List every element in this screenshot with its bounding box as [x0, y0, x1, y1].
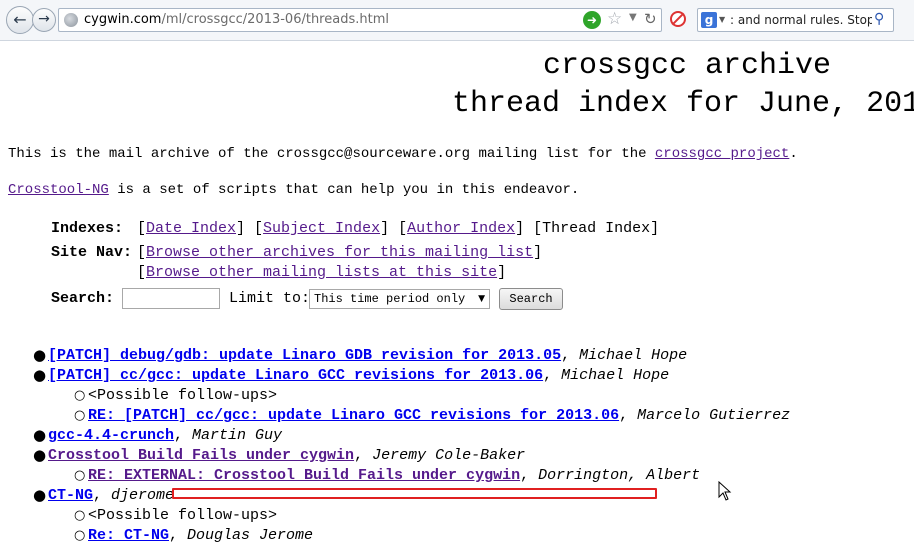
list-item: ● [PATCH] debug/gdb: update Linaro GDB re… — [33, 346, 688, 364]
separator: , — [174, 427, 193, 444]
crosstool-ng-link[interactable]: Crosstool-NG — [8, 182, 109, 198]
limit-select[interactable]: This time period only ▼ — [309, 289, 490, 309]
bullet-icon: ● — [33, 346, 47, 364]
separator: , — [93, 487, 112, 504]
date-index-link[interactable]: Date Index — [146, 220, 236, 237]
circle-bullet-icon: ○ — [74, 468, 86, 483]
index-links: [Date Index] [Subject Index] [Author Ind… — [137, 220, 660, 237]
go-arrow-icon[interactable]: ➜ — [583, 11, 601, 29]
browser-search-bar[interactable]: g ▼ : and normal rules. Stop. ⚲ — [697, 8, 894, 32]
thread-author: Michael Hope — [579, 347, 688, 364]
subject-index-link[interactable]: Subject Index — [263, 220, 380, 237]
browser-toolbar: ← → cygwin.com/ml/crossgcc/2013-06/threa… — [0, 0, 914, 41]
circle-bullet-icon: ○ — [74, 528, 86, 543]
mouse-cursor-icon — [718, 481, 732, 501]
forward-arrow-icon[interactable]: → — [32, 8, 56, 32]
url-path: /ml/crossgcc/2013-06/threads.html — [161, 12, 389, 27]
thread-link[interactable]: Crosstool Build Fails under cygwin — [48, 447, 354, 464]
separator: , — [543, 367, 562, 384]
thread-index-current: Thread Index — [542, 220, 651, 237]
circle-bullet-icon: ○ — [74, 508, 86, 523]
separator: , — [520, 467, 539, 484]
crosstool-paragraph: Crosstool-NG is a set of scripts that ca… — [8, 182, 579, 198]
thread-link[interactable]: Re: CT-NG — [88, 527, 169, 544]
browse-lists-link[interactable]: Browse other mailing lists at this site — [146, 264, 497, 281]
sitenav-label: Site Nav: — [51, 244, 133, 261]
crossgcc-project-link[interactable]: crossgcc project — [655, 146, 789, 162]
browser-search-text[interactable]: : and normal rules. Stop. — [730, 13, 872, 27]
page-title-line2: thread index for June, 2013 — [452, 87, 914, 121]
thread-author: Michael Hope — [561, 367, 670, 384]
indexes-label: Indexes: — [51, 220, 124, 237]
followups-text: <Possible follow-ups> — [88, 387, 278, 404]
browse-archives-link[interactable]: Browse other archives for this mailing l… — [146, 244, 533, 261]
thread-link[interactable]: [PATCH] cc/gcc: update Linaro GCC revisi… — [48, 367, 543, 384]
url-text[interactable]: cygwin.com/ml/crossgcc/2013-06/threads.h… — [84, 12, 389, 27]
bullet-icon: ● — [33, 426, 47, 444]
list-item: ● gcc-4.4-crunch, Martin Guy — [33, 426, 283, 444]
history-dropdown-icon[interactable]: ▼ — [629, 12, 637, 23]
chevron-down-icon: ▼ — [478, 294, 485, 304]
intro-suffix: . — [789, 146, 798, 162]
separator: , — [561, 347, 580, 364]
bullet-icon: ● — [33, 366, 47, 384]
url-host: cygwin.com — [84, 12, 162, 27]
thread-author: Jeremy Cole-Baker — [372, 447, 526, 464]
limit-label: Limit to: — [229, 290, 311, 307]
bullet-icon: ● — [33, 486, 47, 504]
reload-icon[interactable]: ↻ — [644, 10, 657, 28]
search-icon[interactable]: ⚲ — [874, 11, 884, 27]
list-item: ● [PATCH] cc/gcc: update Linaro GCC revis… — [33, 366, 670, 384]
thread-author: Dorrington, Albert — [538, 467, 701, 484]
thread-author: Marcelo Gutierrez — [637, 407, 791, 424]
limit-selected-value: This time period only — [314, 292, 466, 306]
followups-text: <Possible follow-ups> — [88, 507, 278, 524]
thread-link[interactable]: CT-NG — [48, 487, 93, 504]
page-title-line1: crossgcc archive — [543, 49, 832, 83]
crosstool-text: is a set of scripts that can help you in… — [108, 182, 580, 198]
intro-prefix: This is the mail archive of the crossgcc… — [8, 146, 655, 162]
list-item: ○ RE: EXTERNAL: Crosstool Build Fails und… — [74, 467, 701, 484]
separator: , — [354, 447, 373, 464]
search-button[interactable]: Search — [499, 288, 563, 310]
list-item: ○ <Possible follow-ups> — [74, 387, 278, 404]
list-item: ○ Re: CT-NG, Douglas Jerome — [74, 527, 314, 544]
thread-link[interactable]: RE: [PATCH] cc/gcc: update Linaro GCC re… — [88, 407, 619, 424]
search-label: Search: — [51, 290, 115, 307]
list-item: ● Crosstool Build Fails under cygwin, Jer… — [33, 446, 526, 464]
list-item: ○ RE: [PATCH] cc/gcc: update Linaro GCC r… — [74, 407, 791, 424]
list-item: ● CT-NG, djerome — [33, 486, 175, 504]
globe-icon — [64, 13, 78, 27]
thread-author: Douglas Jerome — [187, 527, 314, 544]
archive-search-input[interactable] — [122, 288, 220, 309]
engine-dropdown-icon[interactable]: ▼ — [719, 15, 725, 24]
separator: , — [619, 407, 638, 424]
search-engine-icon[interactable]: g — [701, 12, 717, 28]
author-index-link[interactable]: Author Index — [407, 220, 515, 237]
highlight-annotation-box — [172, 488, 657, 499]
separator: , — [169, 527, 188, 544]
intro-paragraph: This is the mail archive of the crossgcc… — [8, 146, 798, 162]
back-arrow-icon[interactable]: ← — [6, 6, 34, 34]
circle-bullet-icon: ○ — [74, 408, 86, 423]
thread-author: Martin Guy — [192, 427, 283, 444]
bookmark-star-icon[interactable]: ☆ — [607, 9, 622, 29]
thread-link[interactable]: [PATCH] debug/gdb: update Linaro GDB rev… — [48, 347, 561, 364]
address-bar[interactable]: cygwin.com/ml/crossgcc/2013-06/threads.h… — [58, 8, 662, 32]
thread-link[interactable]: RE: EXTERNAL: Crosstool Build Fails unde… — [88, 467, 520, 484]
sitenav-site-link-row: [Browse other mailing lists at this site… — [137, 264, 507, 281]
thread-author: djerome — [111, 487, 175, 504]
circle-bullet-icon: ○ — [74, 388, 86, 403]
list-item: ○ <Possible follow-ups> — [74, 507, 278, 524]
adblock-icon[interactable] — [670, 11, 686, 27]
bullet-icon: ● — [33, 446, 47, 464]
thread-link[interactable]: gcc-4.4-crunch — [48, 427, 174, 444]
sitenav-list-link-row: [Browse other archives for this mailing … — [137, 244, 543, 261]
